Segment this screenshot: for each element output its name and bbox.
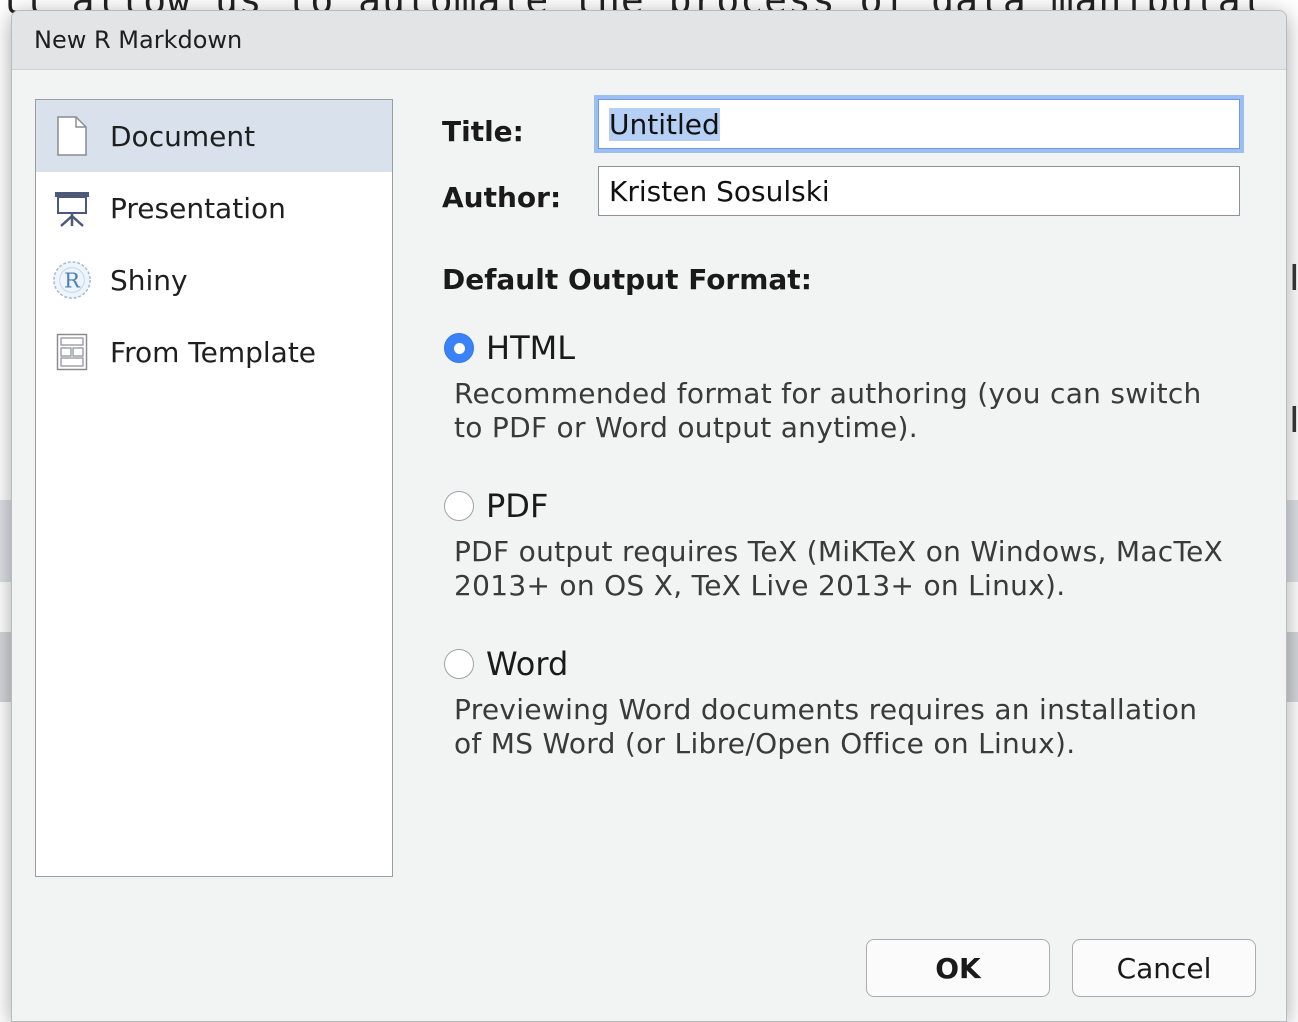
- document-type-list: Document Presentation R Shiny From Templ…: [35, 99, 393, 877]
- background-fragment: I: [1289, 258, 1298, 299]
- dialog-titlebar: New R Markdown: [12, 11, 1286, 70]
- radio-label-html: HTML: [486, 329, 576, 367]
- title-input[interactable]: Untitled: [598, 99, 1240, 149]
- shiny-r-icon: R: [52, 258, 92, 302]
- presentation-icon: [52, 186, 92, 230]
- author-label: Author:: [442, 181, 562, 214]
- sidebar-item-document[interactable]: Document: [36, 100, 392, 172]
- author-input-value: Kristen Sosulski: [609, 174, 830, 208]
- sidebar-item-label: Presentation: [110, 191, 286, 225]
- background-fragment: I: [1289, 400, 1298, 441]
- sidebar-item-label: Document: [110, 119, 256, 153]
- dialog-title: New R Markdown: [34, 26, 243, 54]
- ok-button[interactable]: OK: [866, 939, 1050, 997]
- sidebar-item-label: Shiny: [110, 263, 188, 297]
- document-icon: [52, 114, 92, 158]
- new-r-markdown-dialog: New R Markdown Document Presentation R S…: [11, 10, 1287, 1022]
- template-icon: [52, 330, 92, 374]
- svg-text:R: R: [64, 269, 81, 293]
- word-description: Previewing Word documents requires an in…: [454, 693, 1198, 760]
- radio-label-pdf: PDF: [486, 487, 549, 525]
- title-label: Title:: [442, 115, 524, 148]
- sidebar-item-label: From Template: [110, 335, 317, 369]
- title-input-value: Untitled: [609, 107, 720, 141]
- radio-button[interactable]: [444, 491, 474, 521]
- html-description: Recommended format for authoring (you ca…: [454, 377, 1202, 444]
- radio-pdf[interactable]: PDF: [444, 487, 548, 525]
- radio-button[interactable]: [444, 649, 474, 679]
- radio-word[interactable]: Word: [444, 645, 568, 683]
- output-format-heading: Default Output Format:: [442, 263, 812, 296]
- author-input[interactable]: Kristen Sosulski: [598, 166, 1240, 216]
- radio-button-checked[interactable]: [444, 333, 474, 363]
- radio-label-word: Word: [486, 645, 569, 683]
- radio-html[interactable]: HTML: [444, 329, 575, 367]
- pdf-description: PDF output requires TeX (MiKTeX on Windo…: [454, 535, 1224, 602]
- sidebar-item-shiny[interactable]: R Shiny: [36, 244, 392, 316]
- cancel-button[interactable]: Cancel: [1072, 939, 1256, 997]
- sidebar-item-from-template[interactable]: From Template: [36, 316, 392, 388]
- sidebar-item-presentation[interactable]: Presentation: [36, 172, 392, 244]
